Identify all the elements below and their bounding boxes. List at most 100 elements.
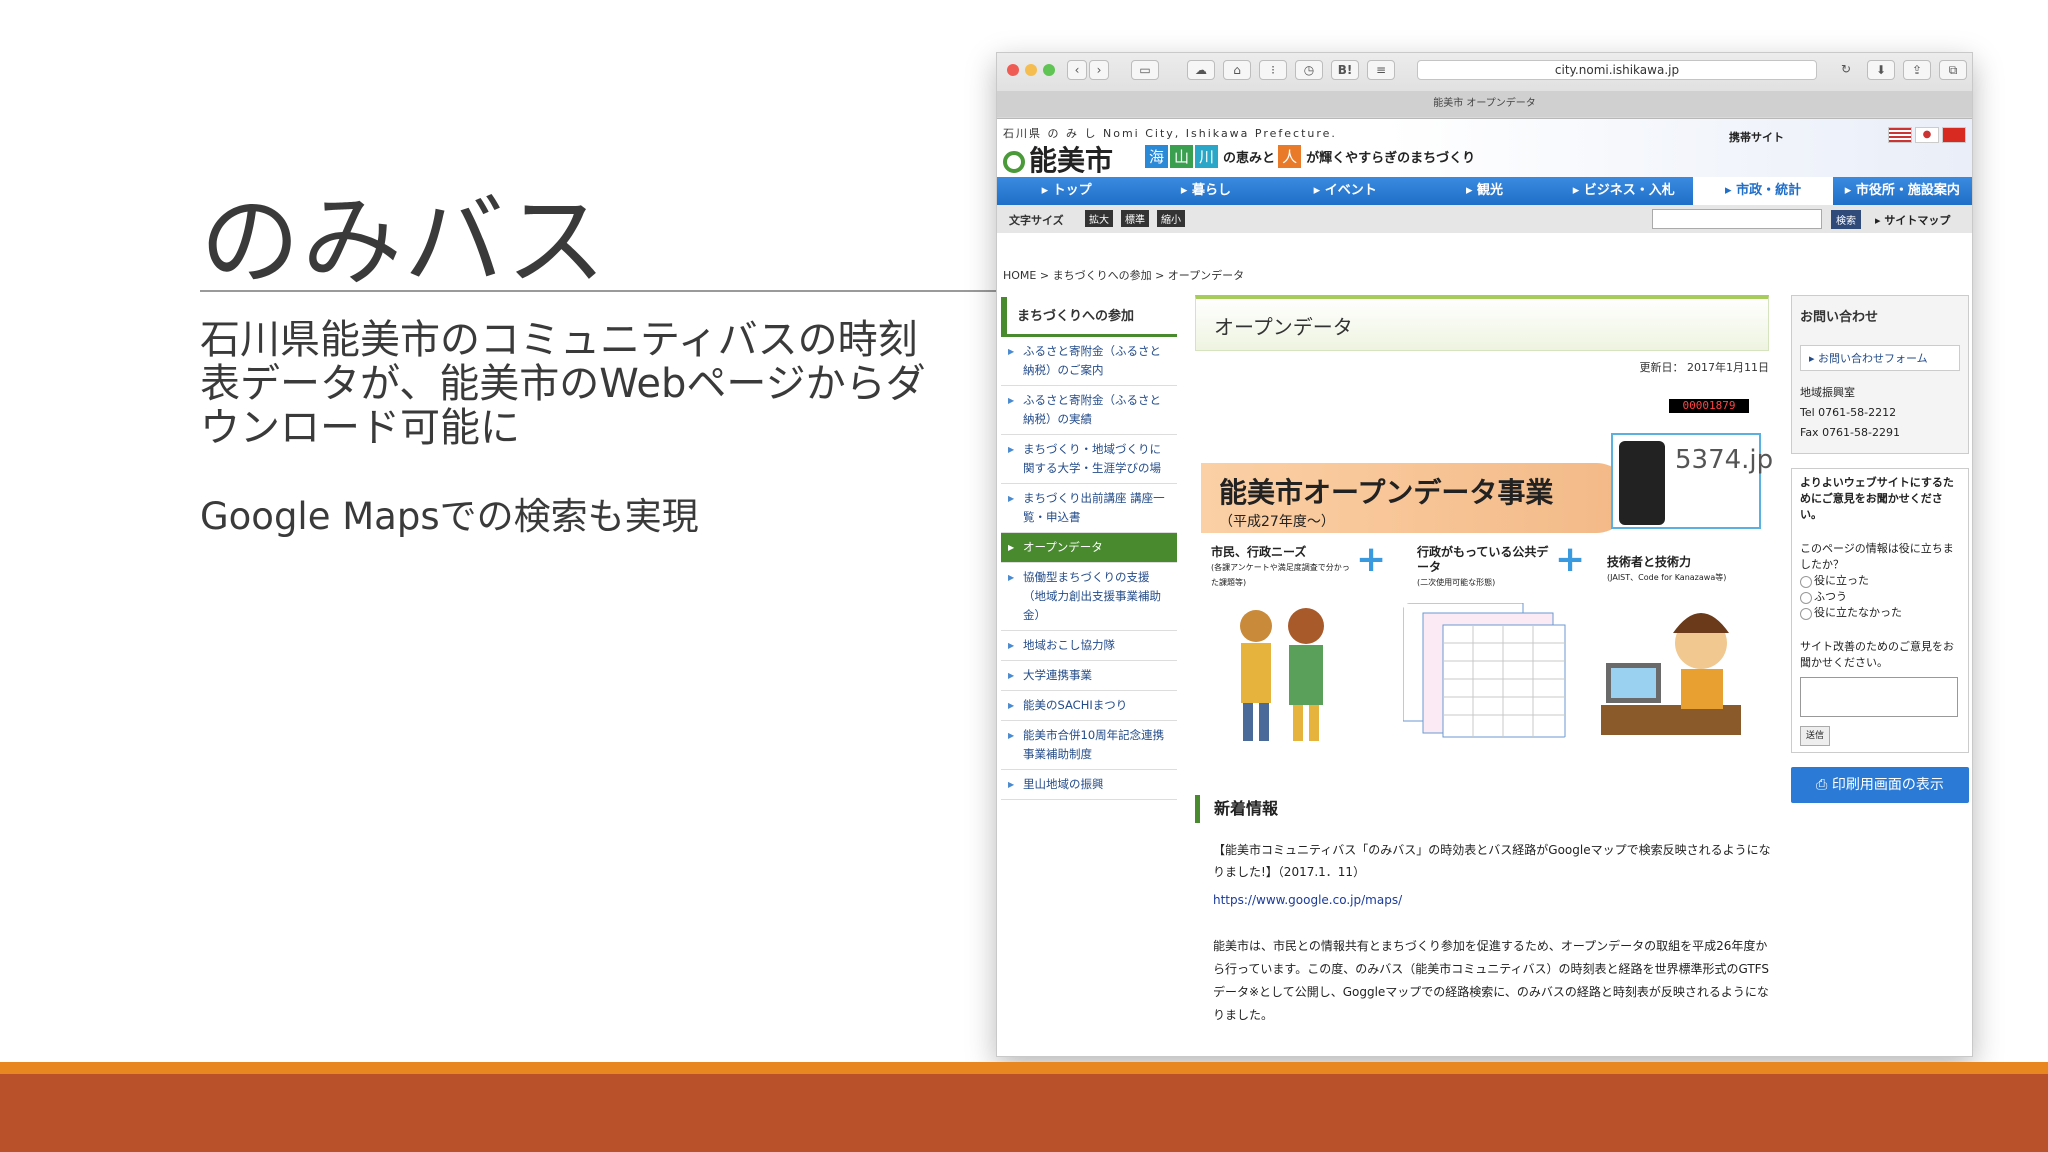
nav-top[interactable]: ▸ トップ (997, 177, 1136, 205)
survey-intro: よりよいウェブサイトにするためにご意見をお聞かせください。 (1800, 476, 1954, 521)
fax: Fax 0761-58-2291 (1800, 426, 1900, 439)
cloud-icon[interactable]: ☁ (1187, 60, 1215, 80)
minimize-window-button[interactable] (1025, 64, 1037, 76)
caption-citizens-sub: (各課アンケートや満足度調査で分かった課題等) (1211, 563, 1350, 587)
phone-site-label: 5374.jp (1675, 445, 1774, 475)
printer-icon: ⎙ (1816, 777, 1832, 793)
slide-body: 石川県能美市のコミュニティバスの時刻 表データが、能美市のWebページからダ ウ… (200, 318, 940, 450)
forward-icon[interactable]: › (1089, 60, 1109, 80)
nav-tourism[interactable]: ▸ 観光 (1415, 177, 1554, 205)
survey-option-useful[interactable]: 役に立った (1800, 573, 1960, 589)
nav-living[interactable]: ▸ 暮らし (1136, 177, 1275, 205)
survey-question-2: サイト改善のためのご意見をお聞かせください。 (1800, 640, 1954, 669)
nav-business[interactable]: ▸ ビジネス・入札 (1554, 177, 1693, 205)
logo-ring-icon (1003, 151, 1025, 173)
korean-flag-icon[interactable]: ● (1915, 127, 1939, 143)
site-search-button[interactable]: 検索 (1831, 210, 1861, 229)
survey-comment-input[interactable] (1800, 677, 1958, 717)
slogan-part-2: が輝くやすらぎのまちづくり (1306, 151, 1476, 166)
print-view-label: 印刷用画面の表示 (1831, 777, 1944, 793)
mobile-site-link[interactable]: 携帯サイト (1729, 129, 1784, 145)
slide: のみバス 石川県能美市のコミュニティバスの時刻 表データが、能美市のWebページ… (0, 0, 2048, 1152)
reader-icon[interactable]: ≡ (1367, 60, 1395, 80)
caption-public-data-sub: (二次使用可能な形態) (1417, 578, 1496, 587)
slogan-part-1: の恵みと (1223, 151, 1276, 166)
tel: Tel 0761-58-2212 (1800, 406, 1897, 419)
download-icon[interactable]: ⬇ (1867, 60, 1895, 80)
sidebar-icon[interactable]: ▭ (1131, 60, 1159, 80)
badge-mountain: 山 (1170, 145, 1194, 168)
left-nav-heading: まちづくりへの参加 (1001, 297, 1177, 337)
slide-body-2: Google Mapsでの検索も実現 (200, 495, 699, 538)
bookmark-b-icon[interactable]: B! (1331, 60, 1359, 80)
font-larger-button[interactable]: 拡大 (1085, 210, 1113, 227)
nav-facilities[interactable]: ▸ 市役所・施設案内 (1833, 177, 1972, 205)
close-window-button[interactable] (1007, 64, 1019, 76)
phone-graphic: 5374.jp (1611, 433, 1773, 529)
site-header: 石川県 の み し Nomi City, Ishikawa Prefecture… (997, 119, 1972, 177)
survey-option-not-useful[interactable]: 役に立たなかった (1800, 605, 1960, 621)
left-nav-item[interactable]: まちづくり・地域づくりに関する大学・生涯学びの場 (1001, 435, 1177, 484)
badge-river: 川 (1195, 145, 1219, 168)
left-nav-item[interactable]: 協働型まちづくりの支援（地域力創出支援事業補助金） (1001, 563, 1177, 631)
site-logo[interactable]: 能美市 (1003, 139, 1113, 179)
font-smaller-button[interactable]: 縮小 (1157, 210, 1185, 227)
nav-city-gov[interactable]: ▸ 市政・統計 (1693, 177, 1833, 205)
footer-bar (0, 1074, 2048, 1152)
share-icon[interactable]: ⇪ (1903, 60, 1931, 80)
citizens-illustration (1240, 608, 1324, 741)
history-icon[interactable]: ◷ (1295, 60, 1323, 80)
breadcrumb[interactable]: HOME > まちづくりへの参加 > オープンデータ (1003, 267, 1244, 283)
font-normal-button[interactable]: 標準 (1121, 210, 1149, 227)
print-view-button[interactable]: ⎙ 印刷用画面の表示 (1791, 767, 1969, 803)
engineer-illustration (1601, 613, 1741, 735)
title-divider (200, 290, 1000, 292)
left-nav: まちづくりへの参加 ふるさと寄附金（ふるさと納税）のご案内 ふるさと寄附金（ふる… (1001, 297, 1177, 800)
address-bar[interactable]: city.nomi.ishikawa.jp (1417, 60, 1817, 80)
contact-box: お問い合わせ ▸ お問い合わせフォーム 地域振興室 Tel 0761-58-22… (1791, 295, 1969, 454)
news-text: 【能美市コミュニティバス「のみバス」の時効表とバス経路がGoogleマップで検索… (1213, 843, 1771, 879)
body-line-3: ウンロード可能に (200, 405, 520, 451)
sitemap-link[interactable]: ▸ サイトマップ (1875, 212, 1950, 228)
font-size-label: 文字サイズ (1009, 214, 1064, 227)
spreadsheet-illustration (1403, 603, 1566, 738)
badge-sea: 海 (1145, 145, 1169, 168)
survey-question: このページの情報は役に立ちましたか？ (1800, 542, 1954, 571)
left-nav-item-open-data[interactable]: オープンデータ (1001, 533, 1177, 563)
chinese-flag-icon[interactable] (1942, 127, 1966, 143)
survey-send-button[interactable]: 送信 (1800, 726, 1831, 746)
back-icon[interactable]: ‹ (1067, 60, 1087, 80)
left-nav-item[interactable]: 能美市合併10周年記念連携事業補助制度 (1001, 721, 1177, 770)
left-nav-item[interactable]: まちづくり出前講座 講座一覧・申込書 (1001, 484, 1177, 533)
home-icon[interactable]: ⌂ (1223, 60, 1251, 80)
google-maps-link[interactable]: https://www.google.co.jp/maps/ (1213, 893, 1402, 907)
english-flag-icon[interactable] (1888, 127, 1912, 143)
left-nav-item[interactable]: 地域おこし協力隊 (1001, 631, 1177, 661)
caption-engineers-title: 技術者と技術力 (1607, 555, 1692, 569)
zoom-window-button[interactable] (1043, 64, 1055, 76)
survey-option-normal[interactable]: ふつう (1800, 589, 1960, 605)
reload-icon[interactable]: ↻ (1837, 60, 1855, 80)
grid-icon[interactable]: ⁝ (1259, 60, 1287, 80)
caption-engineers-sub: (JAIST、Code for Kanazawa等) (1607, 573, 1727, 582)
site-search-input[interactable] (1652, 209, 1822, 229)
slogan: 海 山 川 の恵みと 人 が輝くやすらぎのまちづくり (1145, 145, 1478, 168)
left-nav-item[interactable]: ふるさと寄附金（ふるさと納税）の実績 (1001, 386, 1177, 435)
caption-citizens: 市民、行政ニーズ (各課アンケートや満足度調査で分かった課題等) (1211, 545, 1351, 590)
left-nav-item[interactable]: 能美のSACHIまつり (1001, 691, 1177, 721)
tabs-icon[interactable]: ⧉ (1939, 60, 1967, 80)
banner-title-box: 能美市オープンデータ事業 （平成27年度～） (1201, 463, 1631, 533)
caption-engineers: 技術者と技術力 (JAIST、Code for Kanazawa等) (1607, 555, 1757, 585)
right-sidebar: お問い合わせ ▸ お問い合わせフォーム 地域振興室 Tel 0761-58-22… (1791, 295, 1969, 803)
left-nav-item[interactable]: ふるさと寄附金（ふるさと納税）のご案内 (1001, 337, 1177, 386)
left-nav-item[interactable]: 里山地域の振興 (1001, 770, 1177, 800)
body-line-2: 表データが、能美市のWebページからダ (200, 361, 926, 407)
nav-events[interactable]: ▸ イベント (1276, 177, 1415, 205)
tab-current[interactable]: 能美市 オープンデータ (997, 91, 1972, 117)
left-nav-item[interactable]: 大学連携事業 (1001, 661, 1177, 691)
logo-text: 能美市 (1029, 144, 1114, 177)
web-page: 石川県 の み し Nomi City, Ishikawa Prefecture… (997, 119, 1972, 1056)
updated-date: 更新日： 2017年1月11日 (1639, 361, 1770, 374)
contact-form-button[interactable]: ▸ お問い合わせフォーム (1800, 345, 1960, 371)
survey-box: よりよいウェブサイトにするためにご意見をお聞かせください。 このページの情報は役… (1791, 468, 1969, 753)
